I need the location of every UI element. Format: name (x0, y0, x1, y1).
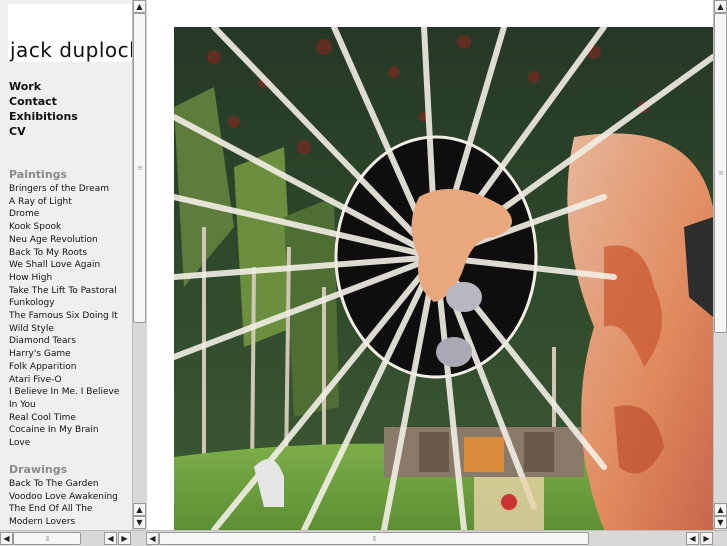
nav-contact-link[interactable]: Contact (9, 94, 57, 109)
painting-link[interactable]: Diamond Tears (9, 335, 76, 347)
painting-link[interactable]: Bringers of the Dream (9, 183, 109, 195)
painting-link[interactable]: A Ray of Light (9, 196, 72, 208)
nav-work-link[interactable]: Work (9, 79, 41, 94)
main-scroll-up-lower-button[interactable]: ▲ (714, 503, 727, 516)
main-hscroll-left-button[interactable]: ◀ (146, 532, 159, 545)
painting-link[interactable]: In You (9, 399, 36, 411)
arrow-left-icon: ◀ (107, 533, 114, 543)
drawings-heading: Drawings (9, 463, 68, 476)
main-hscroll-left-inner-button[interactable]: ◀ (686, 532, 699, 545)
arrow-down-icon: ▼ (136, 517, 143, 527)
main-scroll-thumb[interactable]: ≡ (714, 13, 727, 333)
main-scroll-up-button[interactable]: ▲ (714, 0, 727, 13)
drawing-link[interactable]: Voodoo Love Awakening (9, 491, 118, 503)
grip-icon: ≡ (718, 169, 724, 177)
left-scroll-thumb[interactable]: ≡ (133, 13, 146, 323)
grip-icon: ≡ (137, 164, 143, 172)
painting-link[interactable]: Cocaine In My Brain (9, 424, 99, 436)
painting-link[interactable]: Love (9, 437, 30, 449)
arrow-right-icon: ▶ (703, 533, 710, 543)
painting-link[interactable]: Real Cool Time (9, 412, 76, 424)
arrow-up-icon: ▲ (717, 504, 724, 514)
nav-exhibitions-link[interactable]: Exhibitions (9, 109, 78, 124)
painting-link[interactable]: Funkology (9, 297, 55, 309)
main-frame-vertical-scrollbar[interactable]: ▲ ≡ ▲ ▼ (713, 0, 727, 530)
main-scroll-down-button[interactable]: ▼ (714, 516, 727, 529)
painting-link[interactable]: Harry's Game (9, 348, 71, 360)
arrow-right-icon: ▶ (121, 533, 128, 543)
arrow-up-icon: ▲ (717, 1, 724, 11)
arrow-left-icon: ◀ (689, 533, 696, 543)
site-logo-text: jack duplock (10, 38, 132, 62)
painting-link[interactable]: Back To My Roots (9, 247, 87, 259)
drawing-link[interactable]: Modern Lovers (9, 516, 75, 528)
arrow-up-icon: ▲ (136, 1, 143, 11)
main-hscroll-thumb[interactable]: ⁞⁞⁞ (159, 532, 589, 545)
painting-link[interactable]: I Believe In Me. I Believe (9, 386, 119, 398)
painting-link[interactable]: Atari Five-O (9, 374, 62, 386)
drawing-link[interactable]: The End Of All The (9, 503, 92, 515)
paintings-heading: Paintings (9, 168, 68, 181)
painting-link[interactable]: We Shall Love Again (9, 259, 100, 271)
site-logo[interactable]: jack duplock (8, 4, 132, 62)
left-scroll-up-lower-button[interactable]: ▲ (133, 503, 146, 516)
left-frame-horizontal-scrollbar[interactable]: ◀ ⁞⁞⁞ ◀ ▶ (0, 530, 146, 546)
left-navigation-frame: jack duplock Work Contact Exhibitions CV… (0, 0, 146, 530)
painting-link[interactable]: The Famous Six Doing It (9, 310, 118, 322)
grip-icon: ⁞⁞⁞ (45, 534, 50, 543)
painting-link[interactable]: Neu Age Revolution (9, 234, 98, 246)
left-hscroll-right-button[interactable]: ▶ (118, 532, 131, 545)
left-scroll-up-button[interactable]: ▲ (133, 0, 146, 13)
arrow-left-icon: ◀ (149, 533, 156, 543)
arrow-left-icon: ◀ (3, 533, 10, 543)
painting-image (174, 27, 713, 530)
left-frame-vertical-scrollbar[interactable]: ▲ ≡ ▲ ▼ (132, 0, 147, 530)
main-frame-horizontal-scrollbar[interactable]: ◀ ⁞⁞⁞ ◀ ▶ (146, 530, 727, 546)
painting-link[interactable]: How High (9, 272, 52, 284)
left-scroll-down-button[interactable]: ▼ (133, 516, 146, 529)
left-hscroll-left-button[interactable]: ◀ (0, 532, 13, 545)
painting-link[interactable]: Wild Style (9, 323, 54, 335)
painting-link[interactable]: Kook Spook (9, 221, 61, 233)
left-hscroll-thumb[interactable]: ⁞⁞⁞ (13, 532, 81, 545)
left-hscroll-left-inner-button[interactable]: ◀ (104, 532, 117, 545)
painting-link[interactable]: Take The Lift To Pastoral (9, 285, 117, 297)
painting-artwork (174, 27, 713, 530)
painting-link[interactable]: Drome (9, 208, 39, 220)
grip-icon: ⁞⁞⁞ (372, 534, 377, 543)
painting-link[interactable]: Folk Apparition (9, 361, 76, 373)
arrow-up-icon: ▲ (136, 504, 143, 514)
nav-cv-link[interactable]: CV (9, 124, 26, 139)
main-hscroll-right-button[interactable]: ▶ (700, 532, 713, 545)
arrow-down-icon: ▼ (717, 517, 724, 527)
drawing-link[interactable]: Back To The Garden (9, 478, 99, 490)
